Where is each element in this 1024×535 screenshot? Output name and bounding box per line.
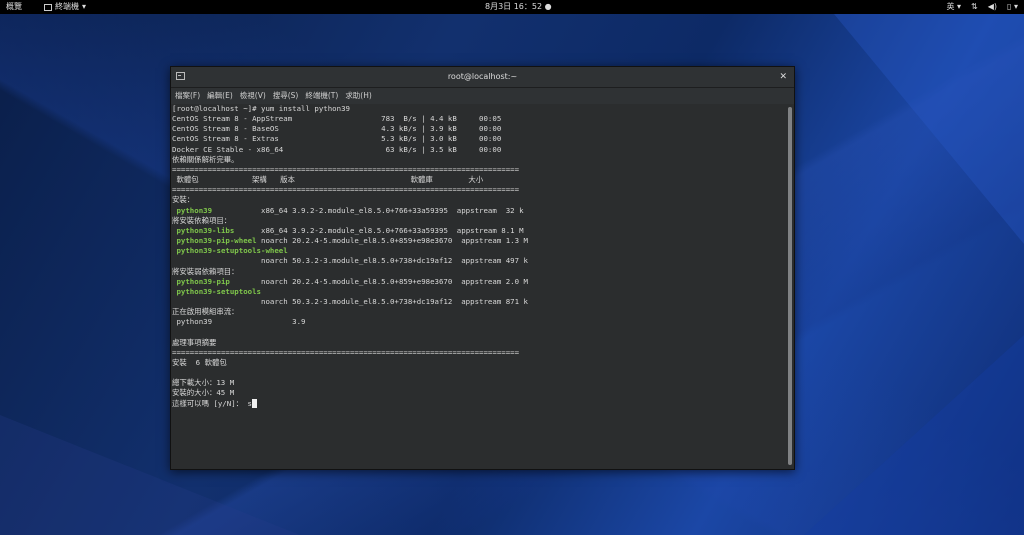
package-name: python39-setuptools	[176, 286, 261, 296]
terminal-text: [root@localhost ~]# yum install python39…	[172, 104, 528, 409]
terminal-text-segment: noarch 50.3.2-3.module_el8.5.0+738+dc19a…	[172, 296, 528, 306]
terminal-line: ========================================…	[172, 165, 519, 174]
terminal-line: 安裝 6 軟體包	[172, 358, 227, 367]
terminal-text-segment: 總下載大小：13 M	[172, 378, 235, 388]
package-name: python39	[176, 205, 213, 215]
terminal-text-segment: 安裝的大小：45 M	[172, 388, 235, 398]
terminal-text-segment: noarch 20.2.4-5.module_el8.5.0+859+e98e3…	[229, 276, 528, 286]
input-method-label: 英	[946, 2, 955, 11]
terminal-line: python39 x86_64 3.9.2-2.module_el8.5.0+7…	[172, 205, 524, 215]
package-name: python39-pip-wheel	[176, 236, 257, 246]
terminal-text-segment: ========================================…	[172, 164, 520, 174]
terminal-line: 將安裝弱依賴項目：	[172, 267, 239, 276]
terminal-text-segment: 將安裝依賴項目：	[172, 215, 232, 225]
clock[interactable]: 8月3日 16：52 ●	[485, 0, 552, 14]
window-titlebar[interactable]: root@localhost:~ ✕	[171, 67, 794, 88]
chevron-down-icon: ▾	[957, 2, 962, 11]
close-icon[interactable]: ✕	[779, 67, 787, 87]
terminal-line: python39-setuptools	[172, 287, 261, 296]
terminal-text-segment: 將安裝弱依賴項目：	[172, 266, 239, 276]
terminal-text-segment: CentOS Stream 8 - AppStream 783 B/s | 4.…	[172, 114, 502, 124]
volume-icon[interactable]: ◀)	[988, 0, 997, 14]
terminal-text-segment: x86_64 3.9.2-2.module_el8.5.0+766+33a593…	[212, 205, 524, 215]
system-tray: 英 ▾ ⇅ ◀) ▯ ▾	[946, 0, 1018, 14]
terminal-icon	[44, 3, 52, 11]
terminal-line: 將安裝依賴項目：	[172, 216, 231, 225]
power-menu[interactable]: ▯ ▾	[1007, 0, 1018, 14]
app-menu[interactable]: 終端機 ▾	[44, 0, 86, 14]
wallpaper-shape	[834, 14, 1024, 244]
top-bar: 概覽 終端機 ▾ 8月3日 16：52 ● 英 ▾ ⇅ ◀) ▯ ▾	[0, 0, 1024, 14]
terminal-line: CentOS Stream 8 - AppStream 783 B/s | 4.…	[172, 114, 501, 123]
terminal-line: 安裝的大小：45 M	[172, 388, 234, 397]
terminal-text-segment: ========================================…	[172, 347, 520, 357]
terminal-text-segment: noarch 50.3.2-3.module_el8.5.0+738+dc19a…	[172, 256, 528, 266]
terminal-line: 正在啟用模組串流：	[172, 307, 239, 316]
activities-button[interactable]: 概覽	[6, 0, 22, 14]
terminal-cursor	[251, 398, 257, 408]
terminal-text-segment: CentOS Stream 8 - Extras 5.3 kB/s | 3.0 …	[172, 134, 502, 144]
terminal-text-segment: ========================================…	[172, 185, 520, 195]
network-icon[interactable]: ⇅	[971, 0, 978, 14]
terminal-line: CentOS Stream 8 - Extras 5.3 kB/s | 3.0 …	[172, 134, 501, 143]
terminal-text-segment: x86_64 3.9.2-2.module_el8.5.0+766+33a593…	[234, 225, 524, 235]
terminal-line: ========================================…	[172, 185, 519, 194]
terminal-text-segment: CentOS Stream 8 - BaseOS 4.3 kB/s | 3.9 …	[172, 124, 502, 134]
terminal-text-segment: [root@localhost ~]# yum install python39	[172, 104, 350, 113]
terminal-text-segment: 這樣可以嗎 [y/N]： s	[172, 398, 252, 408]
terminal-line: 這樣可以嗎 [y/N]： s	[172, 398, 257, 408]
terminal-line: 軟體包 架構 版本 軟體庫 大小	[172, 175, 483, 184]
terminal-text-segment: 處理事項摘要	[172, 337, 217, 347]
chevron-down-icon: ▾	[1013, 2, 1018, 11]
terminal-line: python39-libs x86_64 3.9.2-2.module_el8.…	[172, 225, 524, 235]
terminal-line: noarch 50.3.2-3.module_el8.5.0+738+dc19a…	[172, 256, 528, 265]
terminal-line: 總下載大小：13 M	[172, 378, 234, 387]
menu-terminal[interactable]: 終端機(T)	[305, 88, 338, 104]
package-name: python39-libs	[176, 225, 235, 235]
terminal-line: 處理事項摘要	[172, 338, 216, 347]
package-name: python39-setuptools-wheel	[176, 246, 288, 256]
scrollbar[interactable]	[788, 107, 792, 465]
app-menu-label: 終端機	[55, 2, 79, 11]
terminal-line: python39-setuptools-wheel	[172, 246, 288, 256]
scrollbar-thumb[interactable]	[788, 107, 792, 465]
terminal-text-segment: 依賴關係解析完畢。	[172, 154, 239, 164]
terminal-text-segment: Docker CE Stable - x86_64 63 kB/s | 3.5 …	[172, 144, 502, 154]
notification-dot-icon: ●	[544, 2, 552, 11]
window-title: root@localhost:~	[447, 72, 518, 81]
terminal-line: ========================================…	[172, 348, 519, 357]
terminal-text-segment: 正在啟用模組串流：	[172, 307, 239, 317]
terminal-line: CentOS Stream 8 - BaseOS 4.3 kB/s | 3.9 …	[172, 124, 501, 133]
terminal-line: 安裝：	[172, 195, 194, 204]
terminal-line: python39-pip noarch 20.2.4-5.module_el8.…	[172, 277, 528, 286]
terminal-text-segment: 軟體包 架構 版本 軟體庫 大小	[172, 175, 484, 185]
terminal-line: Docker CE Stable - x86_64 63 kB/s | 3.5 …	[172, 145, 501, 154]
menu-view[interactable]: 檢視(V)	[240, 88, 266, 104]
terminal-text-segment: python39 3.9	[172, 317, 306, 327]
menu-search[interactable]: 搜尋(S)	[273, 88, 299, 104]
terminal-text-segment: noarch 20.2.4-5.module_el8.5.0+859+e98e3…	[256, 236, 528, 246]
menu-edit[interactable]: 編輯(E)	[207, 88, 233, 104]
terminal-line: [root@localhost ~]# yum install python39	[172, 104, 350, 113]
terminal-text-segment: 安裝：	[172, 195, 195, 205]
terminal-text-segment: 安裝 6 軟體包	[172, 357, 227, 367]
menu-file[interactable]: 檔案(F)	[175, 88, 200, 104]
terminal-line: noarch 50.3.2-3.module_el8.5.0+738+dc19a…	[172, 297, 528, 306]
package-name: python39-pip	[176, 276, 230, 286]
clock-label: 8月3日 16：52	[485, 2, 543, 11]
menu-bar: 檔案(F) 編輯(E) 檢視(V) 搜尋(S) 終端機(T) 求助(H)	[171, 88, 794, 104]
terminal-output[interactable]: [root@localhost ~]# yum install python39…	[171, 104, 786, 469]
input-method-indicator[interactable]: 英 ▾	[946, 0, 961, 14]
menu-help[interactable]: 求助(H)	[345, 88, 372, 104]
terminal-window: root@localhost:~ ✕ 檔案(F) 編輯(E) 檢視(V) 搜尋(…	[170, 66, 795, 470]
terminal-line: python39 3.9	[172, 317, 306, 327]
wallpaper-shape	[804, 335, 1024, 535]
terminal-line: 依賴關係解析完畢。	[172, 155, 239, 164]
battery-icon: ▯	[1007, 2, 1012, 11]
chevron-down-icon: ▾	[82, 2, 87, 11]
terminal-line: python39-pip-wheel noarch 20.2.4-5.modul…	[172, 236, 528, 245]
